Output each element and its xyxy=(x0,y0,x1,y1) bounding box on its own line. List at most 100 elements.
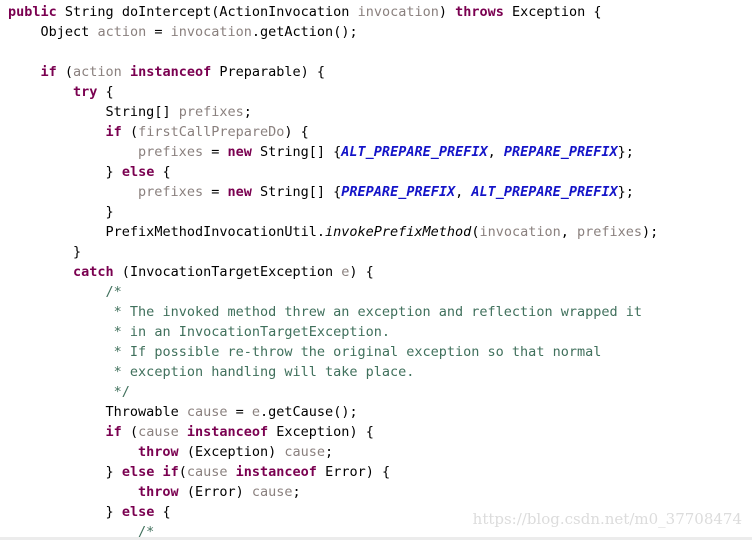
code-line: PrefixMethodInvocationUtil.invokePrefixM… xyxy=(0,222,752,242)
code-token: } xyxy=(73,244,82,260)
code-token: ALT_PREPARE_PREFIX xyxy=(341,144,488,160)
code-token: ) { xyxy=(300,64,326,80)
code-viewer[interactable]: public String doIntercept (ActionInvocati… xyxy=(0,0,752,540)
code-token: ( xyxy=(56,64,74,80)
code-token: , xyxy=(455,184,472,200)
code-token: doIntercept xyxy=(121,4,212,20)
code-token: ) xyxy=(268,444,285,460)
code-token: getCause xyxy=(268,404,334,420)
code-token: else xyxy=(121,464,155,480)
code-token: if xyxy=(105,124,122,140)
code-line: public String doIntercept(ActionInvocati… xyxy=(0,2,752,22)
code-token: ) { xyxy=(349,264,374,280)
code-line: /* xyxy=(0,282,752,302)
code-token: firstCallPrepareDo xyxy=(138,124,285,140)
code-token: ) { xyxy=(284,124,309,140)
code-token: ActionInvocation xyxy=(219,4,350,20)
code-token: { xyxy=(97,84,114,100)
code-token: ( xyxy=(121,424,139,440)
code-token: cause xyxy=(138,424,179,440)
code-token: String xyxy=(105,104,155,120)
code-token: invocation xyxy=(357,4,439,20)
code-token: { xyxy=(154,504,171,520)
code-line: * If possible re-throw the original exce… xyxy=(0,342,752,362)
code-token: prefixes xyxy=(577,224,643,240)
code-line: prefixes = new String[] {ALT_PREPARE_PRE… xyxy=(0,142,752,162)
code-token: else xyxy=(121,164,155,180)
code-line: * in an InvocationTargetException. xyxy=(0,322,752,342)
code-token: * in an InvocationTargetException. xyxy=(105,324,391,340)
code-line: try { xyxy=(0,82,752,102)
code-token: { xyxy=(154,164,171,180)
code-line: catch (InvocationTargetException e) { xyxy=(0,262,752,282)
code-token: Exception xyxy=(194,444,269,460)
code-token: } xyxy=(105,504,122,520)
code-token: * exception handling will take place. xyxy=(105,364,415,380)
code-token: instanceof xyxy=(235,464,317,480)
code-line: Object action = invocation.getAction(); xyxy=(0,22,752,42)
code-token: cause xyxy=(251,484,293,500)
code-token: instanceof xyxy=(129,64,212,80)
code-line: if (action instanceof Preparable) { xyxy=(0,62,752,82)
code-token: prefixes xyxy=(178,104,244,120)
code-token: new xyxy=(227,184,252,200)
code-token: invocation xyxy=(170,24,252,40)
code-token: /* xyxy=(105,284,122,300)
code-token: e xyxy=(251,404,261,420)
code-line: prefixes = new String[] {PREPARE_PREFIX,… xyxy=(0,182,752,202)
code-token: PrefixMethodInvocationUtil xyxy=(105,224,317,240)
code-line: */ xyxy=(0,382,752,402)
code-token: [] { xyxy=(308,144,342,160)
code-token: if xyxy=(40,64,57,80)
code-token: Preparable xyxy=(219,64,301,80)
code-line: Throwable cause = e.getCause(); xyxy=(0,402,752,422)
code-token: action xyxy=(73,64,122,80)
code-token: } xyxy=(105,164,122,180)
code-token: (); xyxy=(333,24,358,40)
code-token: Error xyxy=(325,464,366,480)
code-token: * The invoked method threw an exception … xyxy=(105,304,642,320)
code-token: ) xyxy=(235,484,252,500)
code-token: throws xyxy=(455,4,504,20)
code-token: , xyxy=(487,144,504,160)
code-token: = xyxy=(227,404,252,420)
code-token: ; xyxy=(243,104,252,120)
code-line: * exception handling will take place. xyxy=(0,362,752,382)
code-token: = xyxy=(146,24,171,40)
code-token: { xyxy=(585,4,602,20)
code-token: }; xyxy=(617,144,634,160)
code-token: cause xyxy=(186,404,228,420)
code-token: throw xyxy=(138,484,179,500)
code-line: } else { xyxy=(0,502,752,522)
code-token: ) { xyxy=(365,464,391,480)
code-token: new xyxy=(227,144,252,160)
code-token: getAction xyxy=(260,24,334,40)
code-token: Object xyxy=(40,24,90,40)
code-token: ); xyxy=(642,224,659,240)
code-token: if xyxy=(162,464,179,480)
